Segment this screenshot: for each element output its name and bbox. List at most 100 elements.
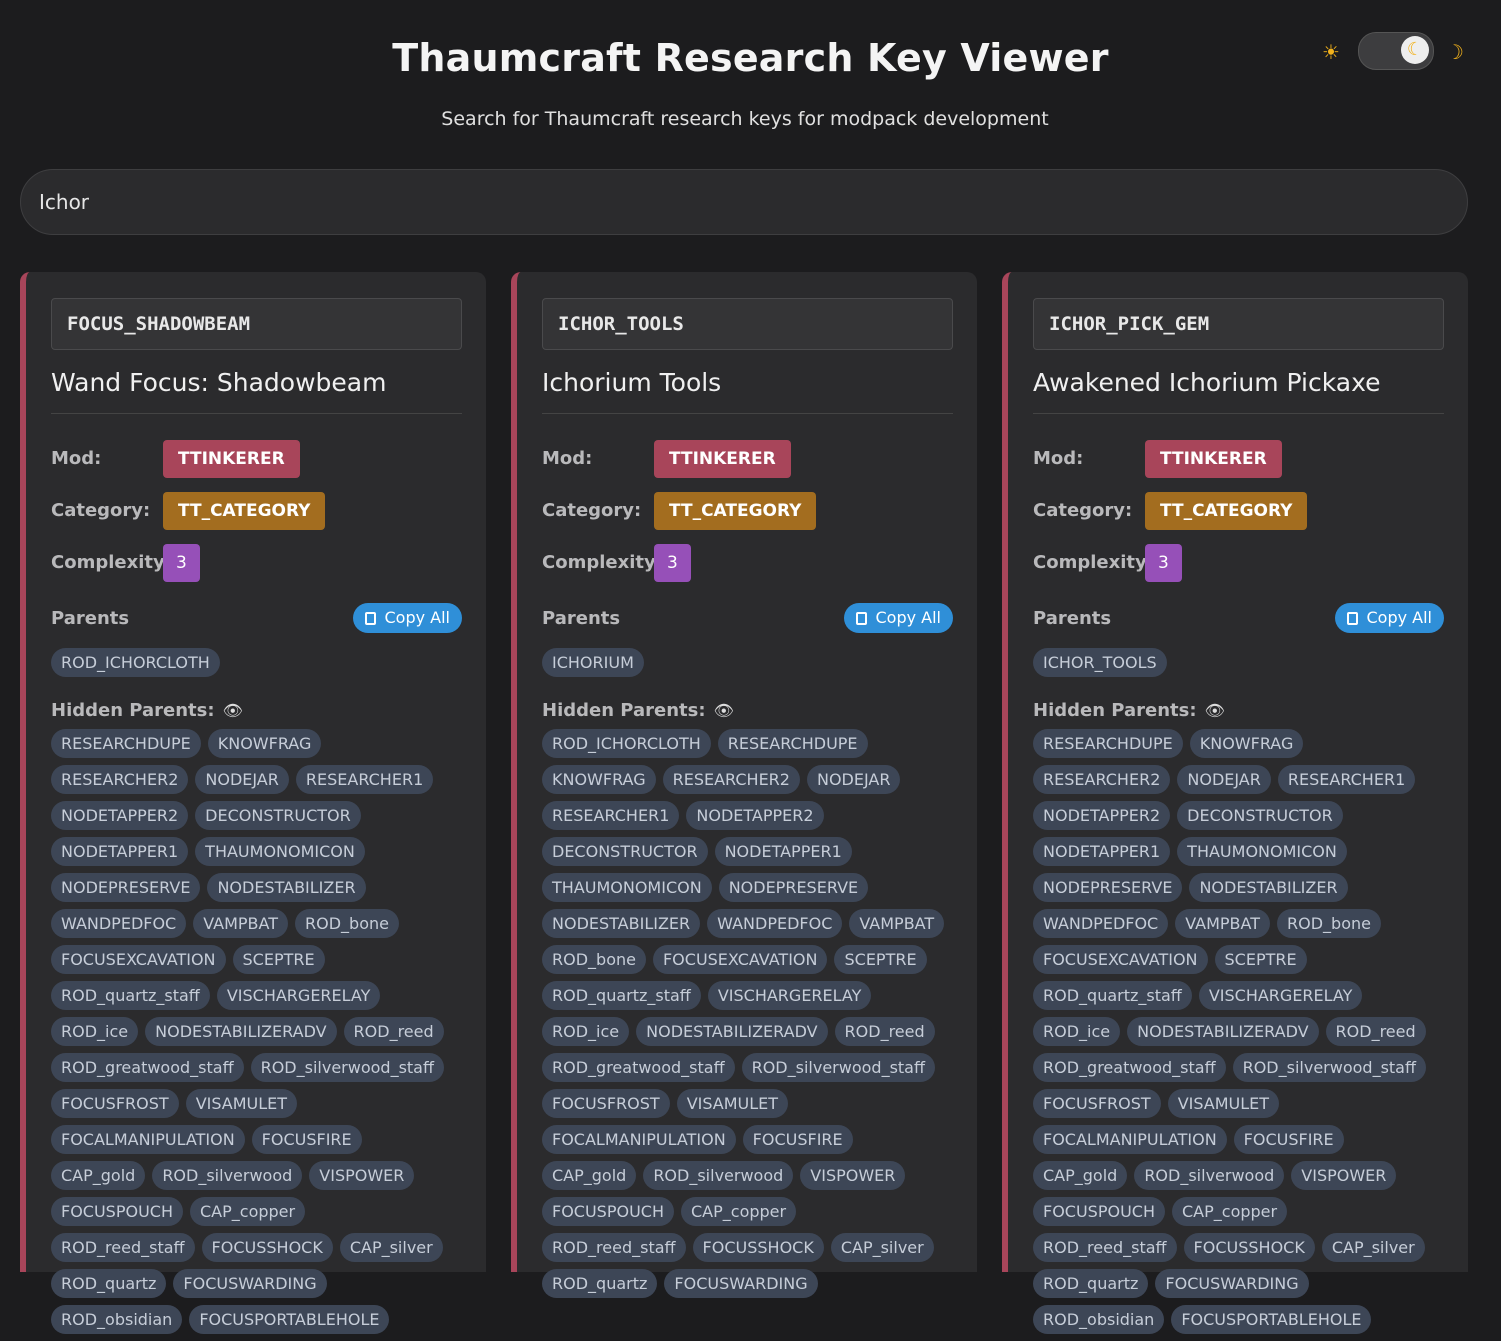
- moon-knob-icon[interactable]: ☾: [1401, 36, 1429, 64]
- hidden-parent-tag[interactable]: CAP_silver: [830, 1233, 934, 1262]
- hidden-parent-tag[interactable]: SCEPTRE: [1214, 945, 1307, 974]
- hidden-parent-tag[interactable]: NODEJAR: [195, 765, 289, 794]
- copy-all-button[interactable]: Copy All: [353, 603, 462, 633]
- hidden-parent-tag[interactable]: VAMPBAT: [1175, 909, 1271, 938]
- hidden-parent-tag[interactable]: ROD_bone: [1277, 909, 1381, 938]
- hidden-parent-tag[interactable]: FOCUSPORTABLEHOLE: [189, 1305, 390, 1334]
- hidden-parent-tag[interactable]: RESEARCHER1: [295, 765, 434, 794]
- hidden-parent-tag[interactable]: FOCUSEXCAVATION: [1033, 945, 1208, 974]
- hidden-parent-tag[interactable]: NODEPRESERVE: [51, 873, 201, 902]
- hidden-parent-tag[interactable]: FOCUSFIRE: [1233, 1125, 1344, 1154]
- hidden-parent-tag[interactable]: VISCHARGERELAY: [707, 981, 872, 1010]
- hidden-parent-tag[interactable]: CAP_copper: [681, 1197, 797, 1226]
- theme-toggle-track[interactable]: ☾: [1358, 32, 1434, 70]
- hidden-parent-tag[interactable]: VISCHARGERELAY: [1198, 981, 1363, 1010]
- hidden-parent-tag[interactable]: KNOWFRAG: [207, 729, 322, 758]
- hidden-parent-tag[interactable]: NODESTABILIZERADV: [145, 1017, 337, 1046]
- theme-toggle[interactable]: ☀ ☾ ☽: [1322, 32, 1472, 70]
- hidden-parent-tag[interactable]: CAP_copper: [1172, 1197, 1288, 1226]
- hidden-parent-tag[interactable]: ROD_reed_staff: [51, 1233, 195, 1262]
- hidden-parent-tag[interactable]: FOCUSWARDING: [664, 1269, 818, 1298]
- hidden-parent-tag[interactable]: ROD_silverwood_staff: [1232, 1053, 1426, 1082]
- hidden-parent-tag[interactable]: WANDPEDFOC: [51, 909, 187, 938]
- research-key[interactable]: ICHOR_PICK_GEM: [1033, 298, 1444, 350]
- hidden-parent-tag[interactable]: ROD_silverwood: [643, 1161, 794, 1190]
- hidden-parent-tag[interactable]: SCEPTRE: [232, 945, 325, 974]
- hidden-parent-tag[interactable]: VISPOWER: [1291, 1161, 1397, 1190]
- eye-icon[interactable]: 👁: [714, 701, 734, 720]
- hidden-parent-tag[interactable]: DECONSTRUCTOR: [195, 801, 361, 830]
- search-input[interactable]: [20, 169, 1468, 235]
- hidden-parent-tag[interactable]: NODEJAR: [1177, 765, 1271, 794]
- copy-all-button[interactable]: Copy All: [1335, 603, 1444, 633]
- hidden-parent-tag[interactable]: WANDPEDFOC: [1033, 909, 1169, 938]
- hidden-parent-tag[interactable]: NODETAPPER2: [1033, 801, 1171, 830]
- research-key[interactable]: ICHOR_TOOLS: [542, 298, 953, 350]
- hidden-parent-tag[interactable]: VISAMULET: [185, 1089, 298, 1118]
- hidden-parent-tag[interactable]: DECONSTRUCTOR: [542, 837, 708, 866]
- hidden-parent-tag[interactable]: ROD_ice: [1033, 1017, 1121, 1046]
- hidden-parent-tag[interactable]: ROD_reed_staff: [1033, 1233, 1177, 1262]
- hidden-parent-tag[interactable]: ROD_quartz: [542, 1269, 658, 1298]
- hidden-parent-tag[interactable]: RESEARCHER2: [1033, 765, 1171, 794]
- hidden-parent-tag[interactable]: NODETAPPER1: [714, 837, 852, 866]
- hidden-parent-tag[interactable]: FOCUSPOUCH: [542, 1197, 674, 1226]
- hidden-parent-tag[interactable]: FOCUSPORTABLEHOLE: [1171, 1305, 1372, 1334]
- hidden-parent-tag[interactable]: FOCUSSHOCK: [1183, 1233, 1315, 1262]
- hidden-parent-tag[interactable]: NODETAPPER1: [51, 837, 189, 866]
- hidden-parent-tag[interactable]: ROD_quartz: [1033, 1269, 1149, 1298]
- hidden-parent-tag[interactable]: FOCALMANIPULATION: [51, 1125, 245, 1154]
- hidden-parent-tag[interactable]: WANDPEDFOC: [707, 909, 843, 938]
- hidden-parent-tag[interactable]: VISCHARGERELAY: [216, 981, 381, 1010]
- hidden-parent-tag[interactable]: ROD_silverwood_staff: [741, 1053, 935, 1082]
- hidden-parent-tag[interactable]: FOCUSEXCAVATION: [51, 945, 226, 974]
- hidden-parent-tag[interactable]: ROD_bone: [542, 945, 646, 974]
- hidden-parent-tag[interactable]: VAMPBAT: [849, 909, 945, 938]
- hidden-parent-tag[interactable]: RESEARCHDUPE: [51, 729, 201, 758]
- hidden-parent-tag[interactable]: ROD_bone: [295, 909, 399, 938]
- hidden-parent-tag[interactable]: NODEJAR: [806, 765, 901, 794]
- hidden-parent-tag[interactable]: CAP_gold: [1033, 1161, 1128, 1190]
- hidden-parent-tag[interactable]: ROD_silverwood: [1134, 1161, 1285, 1190]
- hidden-parent-tag[interactable]: ROD_reed: [1325, 1017, 1426, 1046]
- hidden-parent-tag[interactable]: NODESTABILIZERADV: [636, 1017, 828, 1046]
- hidden-parent-tag[interactable]: NODESTABILIZER: [207, 873, 366, 902]
- hidden-parent-tag[interactable]: FOCUSSHOCK: [201, 1233, 333, 1262]
- parent-tag[interactable]: ICHORIUM: [542, 648, 644, 677]
- hidden-parent-tag[interactable]: RESEARCHER2: [51, 765, 189, 794]
- hidden-parent-tag[interactable]: NODESTABILIZERADV: [1127, 1017, 1319, 1046]
- hidden-parent-tag[interactable]: FOCUSWARDING: [173, 1269, 327, 1298]
- hidden-parent-tag[interactable]: NODESTABILIZER: [542, 909, 701, 938]
- hidden-parent-tag[interactable]: ROD_reed: [343, 1017, 444, 1046]
- hidden-parent-tag[interactable]: CAP_silver: [1321, 1233, 1425, 1262]
- hidden-parent-tag[interactable]: VAMPBAT: [193, 909, 289, 938]
- hidden-parent-tag[interactable]: FOCUSPOUCH: [51, 1197, 183, 1226]
- eye-icon[interactable]: 👁: [1205, 701, 1225, 720]
- hidden-parent-tag[interactable]: NODEPRESERVE: [1033, 873, 1183, 902]
- hidden-parent-tag[interactable]: VISPOWER: [800, 1161, 906, 1190]
- hidden-parent-tag[interactable]: FOCUSWARDING: [1155, 1269, 1309, 1298]
- hidden-parent-tag[interactable]: FOCUSFROST: [1033, 1089, 1161, 1118]
- hidden-parent-tag[interactable]: FOCALMANIPULATION: [542, 1125, 736, 1154]
- hidden-parent-tag[interactable]: FOCUSFIRE: [251, 1125, 362, 1154]
- hidden-parent-tag[interactable]: ROD_ice: [542, 1017, 630, 1046]
- copy-all-button[interactable]: Copy All: [844, 603, 953, 633]
- hidden-parent-tag[interactable]: KNOWFRAG: [542, 765, 656, 794]
- hidden-parent-tag[interactable]: CAP_silver: [339, 1233, 443, 1262]
- hidden-parent-tag[interactable]: THAUMONOMICON: [1177, 837, 1347, 866]
- parent-tag[interactable]: ROD_ICHORCLOTH: [51, 648, 220, 677]
- hidden-parent-tag[interactable]: RESEARCHER1: [1277, 765, 1416, 794]
- hidden-parent-tag[interactable]: VISAMULET: [676, 1089, 789, 1118]
- hidden-parent-tag[interactable]: ROD_reed: [834, 1017, 935, 1046]
- hidden-parent-tag[interactable]: ROD_obsidian: [51, 1305, 183, 1334]
- hidden-parent-tag[interactable]: VISPOWER: [309, 1161, 415, 1190]
- hidden-parent-tag[interactable]: ROD_quartz: [51, 1269, 167, 1298]
- hidden-parent-tag[interactable]: FOCUSSHOCK: [692, 1233, 824, 1262]
- hidden-parent-tag[interactable]: THAUMONOMICON: [195, 837, 365, 866]
- hidden-parent-tag[interactable]: ROD_quartz_staff: [542, 981, 701, 1010]
- hidden-parent-tag[interactable]: ROD_quartz_staff: [51, 981, 210, 1010]
- hidden-parent-tag[interactable]: RESEARCHER2: [662, 765, 800, 794]
- hidden-parent-tag[interactable]: ROD_quartz_staff: [1033, 981, 1192, 1010]
- hidden-parent-tag[interactable]: FOCALMANIPULATION: [1033, 1125, 1227, 1154]
- parent-tag[interactable]: ICHOR_TOOLS: [1033, 648, 1167, 677]
